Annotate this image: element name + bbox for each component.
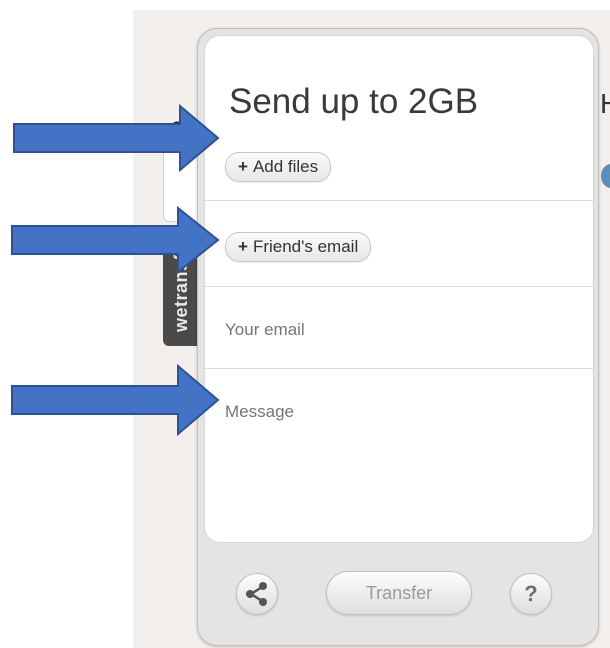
share-icon xyxy=(246,582,267,606)
help-button[interactable]: ? xyxy=(510,573,552,615)
background-heading-fragment: H xyxy=(600,88,610,120)
arrow-to-message xyxy=(11,364,220,436)
your-email-field[interactable] xyxy=(225,318,565,342)
arrow-to-add-files xyxy=(13,104,220,172)
divider xyxy=(205,200,593,201)
message-field[interactable] xyxy=(225,402,565,512)
transfer-form: Send up to 2GB + Add files + Friend's emai… xyxy=(204,35,594,543)
divider xyxy=(205,286,593,287)
transfer-panel: Send up to 2GB + Add files + Friend's emai… xyxy=(197,28,599,646)
arrow-to-friend-email xyxy=(11,206,220,274)
transfer-button[interactable]: Transfer xyxy=(326,571,472,615)
add-files-button[interactable]: + Add files xyxy=(225,152,332,182)
add-friend-email-button[interactable]: + Friend's email xyxy=(225,232,372,262)
divider xyxy=(205,368,593,369)
friend-email-label: Friend's email xyxy=(252,237,359,256)
share-button[interactable] xyxy=(236,573,278,615)
plus-icon: + xyxy=(238,157,248,176)
panel-title: Send up to 2GB xyxy=(229,82,479,121)
plus-icon: + xyxy=(238,237,248,256)
add-files-label: Add files xyxy=(252,157,319,176)
